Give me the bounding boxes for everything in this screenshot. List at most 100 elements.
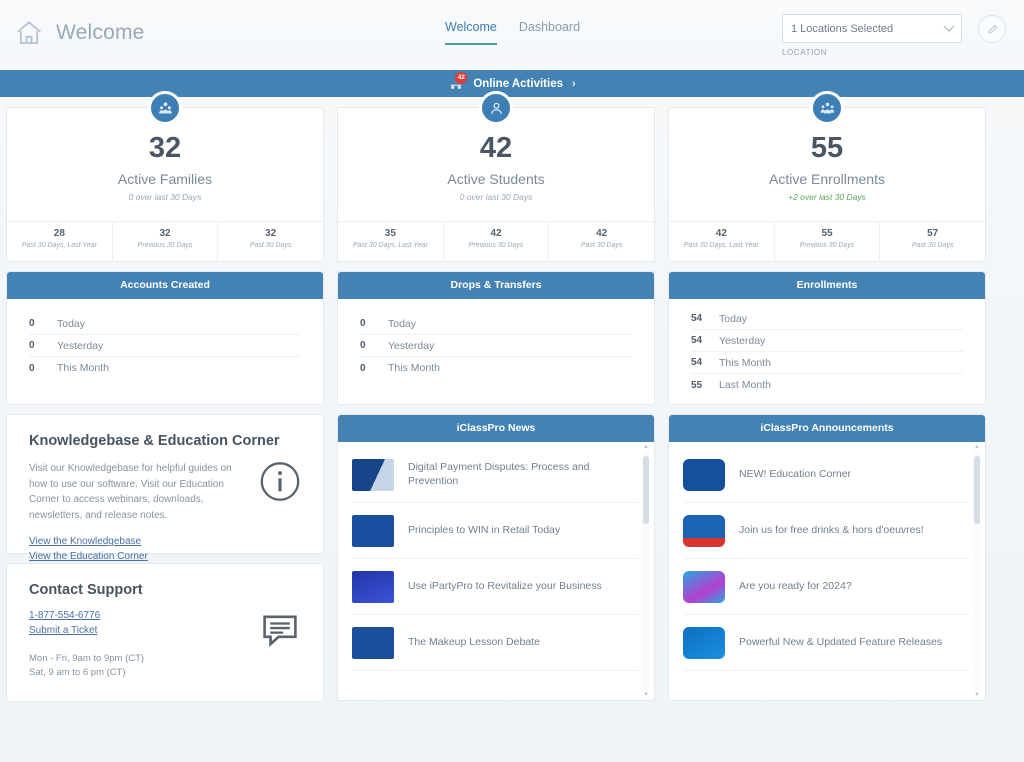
edit-dashboard-button[interactable] xyxy=(978,15,1006,43)
location-select[interactable]: 1 Locations Selected xyxy=(782,14,962,43)
scroll-up-icon[interactable]: ▲ xyxy=(643,444,649,450)
panel-title: iClassPro Announcements xyxy=(669,415,985,442)
panel-row[interactable]: 0 Today xyxy=(360,313,632,335)
stat-footer-label: Past 30 Days, Last Year xyxy=(352,242,428,249)
panel-iclasspro-news: iClassPro News Digital Payment Disputes:… xyxy=(337,414,655,701)
stat-footer-value: 42 xyxy=(490,228,502,239)
families-icon xyxy=(148,91,182,125)
news-scrollbar[interactable]: ▲ ▼ xyxy=(642,444,650,698)
stat-delta: 0 over last 30 Days xyxy=(128,192,202,202)
announcements-list: NEW! Education Corner Join us for free d… xyxy=(669,442,985,700)
stat-footer-label: Past 30 Days, Last Year xyxy=(21,242,97,249)
stat-footer-value: 42 xyxy=(596,228,608,239)
education-corner-thumb xyxy=(683,458,725,491)
panel-row[interactable]: 55 Last Month xyxy=(691,374,963,396)
chevron-down-icon xyxy=(943,20,955,32)
tab-dashboard[interactable]: Dashboard xyxy=(519,20,580,45)
link-view-education-corner[interactable]: View the Education Corner xyxy=(29,551,301,562)
panel-row[interactable]: 54 This Month xyxy=(691,352,963,374)
list-item[interactable]: Principles to WIN in Retail Today xyxy=(352,503,638,559)
retail-principles-thumb xyxy=(352,514,394,547)
panel-row-value: 54 xyxy=(691,313,703,324)
panel-row-label: Last Month xyxy=(719,379,771,391)
stat-footer: 35 Past 30 Days, Last Year 42 Previous 3… xyxy=(338,221,654,261)
announcements-scrollbar[interactable]: ▲ ▼ xyxy=(973,444,981,698)
panel-row[interactable]: 0 This Month xyxy=(360,357,632,379)
panel-row-value: 0 xyxy=(360,318,366,329)
stat-footer-cell: 42 Past 30 Days, Last Year xyxy=(669,222,774,261)
panel-row[interactable]: 0 Today xyxy=(29,313,301,335)
location-selector-wrap: 1 Locations Selected LOCATION xyxy=(782,14,962,57)
dashboard-grid: 32 Active Families 0 over last 30 Days 2… xyxy=(0,91,1024,702)
panel-row-value: 0 xyxy=(29,340,35,351)
panel-row[interactable]: 0 This Month xyxy=(29,357,301,379)
stat-footer-label: Past 30 Days, Last Year xyxy=(683,242,759,249)
list-item[interactable]: Powerful New & Updated Feature Releases xyxy=(683,615,969,671)
list-item[interactable]: NEW! Education Corner xyxy=(683,447,969,503)
stat-card-active-families: 32 Active Families 0 over last 30 Days 2… xyxy=(6,91,324,262)
knowledgebase-links: View the Knowledgebase View the Educatio… xyxy=(29,536,301,562)
panel-row-label: This Month xyxy=(57,362,109,374)
stat-card-active-students: 42 Active Students 0 over last 30 Days 3… xyxy=(337,91,655,262)
list-item[interactable]: Use iPartyPro to Revitalize your Busines… xyxy=(352,559,638,615)
panel-title: Drops & Transfers xyxy=(338,272,654,299)
stat-footer-cell: 35 Past 30 Days, Last Year xyxy=(338,222,443,261)
card-contact-support: Contact Support 1-877-554-6776 Submit a … xyxy=(6,563,324,702)
stat-footer-value: 35 xyxy=(384,228,396,239)
stat-footer-label: Past 30 Days xyxy=(911,242,954,249)
scrollbar-thumb[interactable] xyxy=(974,456,980,524)
stat-footer-label: Previous 30 Days xyxy=(799,242,855,249)
list-item[interactable]: The Makeup Lesson Debate xyxy=(352,615,638,671)
online-activities-bar[interactable]: 42 Online Activities › xyxy=(0,70,1024,97)
stat-footer-label: Previous 30 Days xyxy=(468,242,524,249)
stat-footer-cell: 42 Past 30 Days xyxy=(548,222,654,261)
news-item-title: Use iPartyPro to Revitalize your Busines… xyxy=(408,579,602,592)
tab-welcome[interactable]: Welcome xyxy=(445,20,497,45)
scroll-down-icon[interactable]: ▼ xyxy=(974,692,980,698)
panel-row[interactable]: 0 Yesterday xyxy=(29,335,301,357)
scrollbar-thumb[interactable] xyxy=(643,456,649,524)
home-breadcrumb[interactable]: Welcome xyxy=(14,18,145,48)
stat-footer-label: Past 30 Days xyxy=(249,242,292,249)
stat-footer-cell: 57 Past 30 Days xyxy=(879,222,985,261)
page-title: Welcome xyxy=(56,21,145,44)
header-tabs: Welcome Dashboard xyxy=(445,20,580,45)
panel-row-value: 54 xyxy=(691,357,703,368)
panel-row-value: 54 xyxy=(691,335,703,346)
panel-row-value: 0 xyxy=(29,362,35,374)
list-item[interactable]: Are you ready for 2024? xyxy=(683,559,969,615)
panel-row-label: Yesterday xyxy=(57,339,104,352)
free-drinks-thumb xyxy=(683,514,725,547)
panel-row-label: Today xyxy=(57,317,86,330)
scroll-up-icon[interactable]: ▲ xyxy=(974,444,980,450)
panel-row[interactable]: 0 Yesterday xyxy=(360,335,632,357)
panel-row[interactable]: 54 Today xyxy=(691,308,963,330)
contact-support-title: Contact Support xyxy=(29,582,143,598)
panel-row-label: This Month xyxy=(719,356,771,369)
panel-row-value: 55 xyxy=(691,379,703,391)
stat-delta: +2 over last 30 Days xyxy=(788,192,866,202)
scroll-down-icon[interactable]: ▼ xyxy=(643,692,649,698)
panel-row-value: 0 xyxy=(29,318,35,329)
link-view-knowledgebase[interactable]: View the Knowledgebase xyxy=(29,536,301,547)
panel-body: 0 Today 0 Yesterday 0 This Month xyxy=(338,299,654,404)
stat-label: Active Students xyxy=(447,171,545,187)
announcement-item-title: Are you ready for 2024? xyxy=(739,579,852,592)
home-icon[interactable] xyxy=(14,18,44,48)
stat-value: 42 xyxy=(479,132,513,164)
stat-footer: 42 Past 30 Days, Last Year 55 Previous 3… xyxy=(669,221,985,261)
panel-row[interactable]: 54 Yesterday xyxy=(691,330,963,352)
list-item[interactable]: Join us for free drinks & hors d'oeuvres… xyxy=(683,503,969,559)
panel-row-label: Yesterday xyxy=(388,339,435,352)
stat-label: Active Enrollments xyxy=(769,171,885,187)
stat-footer-value: 57 xyxy=(927,228,939,239)
student-icon xyxy=(479,91,513,125)
panel-row-value: 0 xyxy=(360,340,366,351)
list-item[interactable]: Digital Payment Disputes: Process and Pr… xyxy=(352,447,638,503)
news-list: Digital Payment Disputes: Process and Pr… xyxy=(338,442,654,700)
activities-badge: 42 xyxy=(455,71,468,84)
stat-footer: 28 Past 30 Days, Last Year 32 Previous 3… xyxy=(7,221,323,261)
stat-footer-label: Previous 30 Days xyxy=(137,242,193,249)
stat-footer-label: Past 30 Days xyxy=(580,242,623,249)
enrollments-icon xyxy=(810,91,844,125)
